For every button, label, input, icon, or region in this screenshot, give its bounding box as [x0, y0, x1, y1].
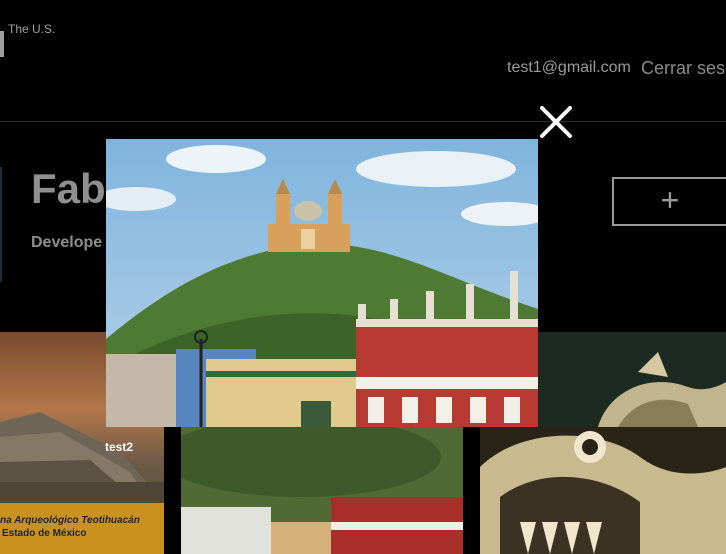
- close-icon: [540, 106, 572, 138]
- tile-label-test2: test2: [105, 440, 134, 454]
- church-thumbnail: [181, 427, 463, 554]
- plus-icon: +: [660, 182, 680, 218]
- gallery-tile-serpent[interactable]: [480, 427, 726, 554]
- profile-accent-bar: [0, 167, 2, 282]
- church-on-hill-photo: [106, 139, 538, 427]
- gallery-tile-serpent-top: [538, 332, 726, 427]
- serpent-top-image: [538, 332, 726, 427]
- user-email: test1@gmail.com: [507, 59, 631, 76]
- caption-line-1: na Arqueológico Teotihuacán: [0, 515, 140, 526]
- close-modal-button[interactable]: [538, 104, 574, 140]
- profile-name: Fab: [31, 165, 106, 212]
- tile-caption: na Arqueológico Teotihuacán Estado de Mé…: [0, 503, 164, 554]
- gallery-tile-church[interactable]: [181, 427, 463, 554]
- modal-photo-cholula-church: [106, 139, 538, 427]
- caption-line-2: Estado de México: [2, 528, 87, 539]
- header-tagline: The U.S.: [8, 22, 56, 36]
- add-photo-button[interactable]: +: [612, 177, 726, 226]
- header-divider: [0, 121, 726, 122]
- profile-role: Develope: [31, 234, 103, 251]
- logo-mark[interactable]: [0, 31, 4, 57]
- logout-link[interactable]: Cerrar ses: [641, 58, 725, 79]
- serpent-image: [480, 427, 726, 554]
